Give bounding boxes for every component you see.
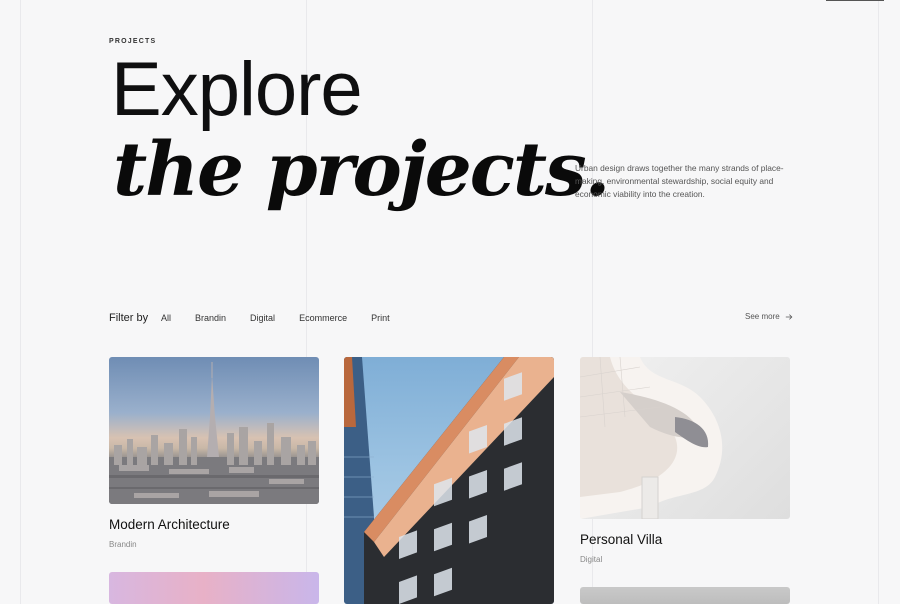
arrow-right-icon: [785, 313, 793, 320]
projects-page: PROJECTS Explore the projects. Urban des…: [0, 0, 900, 604]
project-image-tower-facade[interactable]: [344, 357, 554, 604]
project-image-white-curved-building[interactable]: [580, 357, 790, 519]
top-rule: [826, 0, 884, 1]
filter-digital[interactable]: Digital: [250, 313, 275, 323]
page-title-line1: Explore: [111, 47, 363, 132]
project-image-grey-building[interactable]: [580, 587, 790, 604]
filter-label: Filter by: [109, 312, 149, 324]
guide-line: [878, 0, 879, 604]
tower-illustration: [344, 357, 554, 604]
guide-line: [20, 0, 21, 604]
section-eyebrow: PROJECTS: [109, 38, 157, 45]
see-more-label: See more: [745, 312, 780, 321]
filter-list: All Brandin Digital Ecommerce Print: [161, 313, 414, 323]
project-image-dubai-skyline[interactable]: [109, 357, 319, 504]
see-more-link[interactable]: See more: [745, 312, 793, 321]
project-category: Brandin: [109, 540, 137, 549]
skyline-illustration: [109, 362, 319, 504]
project-image-pastel-sunset[interactable]: [109, 572, 319, 604]
project-category: Digital: [580, 555, 603, 564]
filter-brandin[interactable]: Brandin: [195, 313, 226, 323]
filter-print[interactable]: Print: [371, 313, 390, 323]
filter-ecommerce[interactable]: Ecommerce: [299, 313, 347, 323]
project-title[interactable]: Modern Architecture: [109, 517, 230, 532]
filter-all[interactable]: All: [161, 313, 171, 323]
page-title-line2: the projects.: [113, 127, 610, 213]
intro-text: Urban design draws together the many str…: [575, 163, 784, 199]
villa-illustration: [580, 357, 723, 519]
project-title[interactable]: Personal Villa: [580, 532, 662, 547]
